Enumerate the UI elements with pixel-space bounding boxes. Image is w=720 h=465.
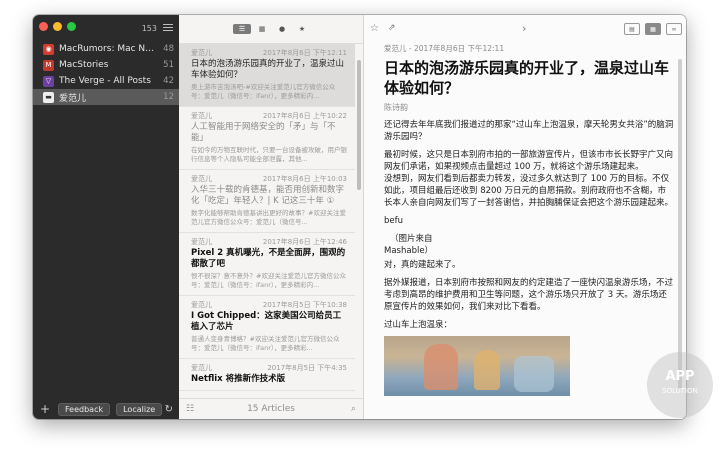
feed-count: 48 [163,44,174,54]
article-summary: 普通人变身青博格？#欢迎关注爱范儿官方微信公众号：爱范儿（微信号：ifanr），… [191,335,340,352]
list-item[interactable]: 爱范儿 2017年8月6日 上午10:22 人工智能用于网络安全的「矛」与「不能」… [179,107,355,170]
link-icon[interactable]: ∞ [666,23,682,35]
watermark-line: SOLUTION [662,387,698,395]
article-date: 2017年8月5日 下午10:38 [262,301,347,309]
article-title: I Got Chipped：这家美国公司给员工植入了芯片 [191,311,342,332]
feed-name: The Verge - All Posts [59,76,151,86]
macstories-icon: M [43,59,54,71]
article-summary: 奥上游市吉泡汤吧-#欢迎关注爱范儿官方微信公众号：爱范儿（微信号：ifanr），… [191,83,336,100]
open-external-icon[interactable]: ⇗ [388,23,396,33]
zoom-window-button[interactable] [67,22,76,31]
article-title: 日本的泡汤游乐园真的开业了，温泉过山车体验如何？ [191,59,345,80]
article-date: 2017年8月6日 上午10:22 [262,112,347,120]
article-source: 爱范儿 [191,301,212,309]
window-controls [39,22,76,31]
next-article-icon[interactable]: › [522,22,526,35]
article-count: 15 Articles [247,404,295,414]
article-author: 陈诗韵 [384,103,408,112]
article-source: 爱范儿 [191,175,212,183]
article-list-pane: ☰ ▦ ● ★ 爱范儿 2017年8月6日 下午12:11 日本的泡汤游乐园真的开… [179,15,364,419]
article-content: 爱范儿 - 2017年8月6日 下午12:11 日本的泡汤游乐园真的开业了，温泉… [384,43,674,396]
article-headline: 日本的泡汤游乐园真的开业了，温泉过山车体验如何？ [384,59,670,97]
paragraph: 还记得去年年底我们报道过的那家“过山车上泡温泉，摩天轮男女共浴”的脑洞游乐园吗？ [384,120,674,142]
reader-scrollbar[interactable] [678,59,682,389]
article-title: Netflix 将推新作技术版 [191,374,286,384]
article-summary: 在如今的万物互联时代，只要一台设备被攻破，用户银行信息等个人隐私可能全部泄露，其… [191,146,347,163]
watermark-line: APP [665,369,695,384]
ifanr-icon: ▬ [43,91,54,103]
article-summary: 恨不很深？意不意外？#欢迎关注爱范儿官方微信公众号：爱范儿（微信号：ifanr）… [191,272,346,289]
list-item[interactable]: 爱范儿 2017年8月5日 下午4:35 Netflix 将推新作技术版 [179,359,355,391]
article-source: 爱范儿 [191,112,212,120]
feed-count: 12 [163,92,174,102]
add-feed-icon[interactable]: + [40,402,52,416]
verge-icon: ▽ [43,75,54,87]
refresh-icon[interactable]: ↻ [165,404,173,415]
reader-pane: ☆ ⇗ › ▤ ▦ ∞ 爱范儿 - 2017年8月6日 下午12:11 日本的泡… [364,15,686,419]
article-photo [384,336,570,396]
list-toolbar: ☰ ▦ ● ★ [179,15,363,44]
article-source: 爱范儿 [191,238,212,246]
feed-list: ◉ MacRumors: Mac News a... 48 M MacStori… [33,41,179,105]
feed-name: 爱范儿 [59,93,87,104]
article-source: 爱范儿 [191,364,212,372]
list-item[interactable]: 爱范儿 2017年8月5日 下午10:38 I Got Chipped：这家美国公… [179,296,355,359]
article-title: 入华三十载的肯德基，能否用创新和数字化「吃定」年轻人？| K 记这三十年 ① [191,185,345,206]
macrumors-icon: ◉ [43,43,54,55]
article-title: Pixel 2 真机曝光，不是全面屏，围观的都散了吧 [191,248,346,269]
reader-toolbar: ☆ ⇗ › ▤ ▦ ∞ [364,15,686,43]
feed-item-macstories[interactable]: M MacStories 51 [33,57,179,73]
sidebar-footer: + Feedback Localize ↻ [33,399,179,419]
view-mode-control: ▤ ▦ ∞ [624,23,682,35]
list-item[interactable]: 爱范儿 2017年8月6日 上午12:46 Pixel 2 真机曝光，不是全面屏，… [179,233,355,296]
feed-item-ifanr[interactable]: ▬ 爱范儿 12 [33,89,179,105]
feedback-button[interactable]: Feedback [58,402,111,416]
article-date: 2017年8月5日 下午4:35 [267,364,347,372]
image-caption: （图片来自 [390,234,433,244]
sidebar: 153 ◉ MacRumors: Mac News a... 48 M MacS… [33,15,179,419]
list-icon[interactable] [163,22,173,32]
image-alt-text: befu [384,216,404,226]
feed-name: MacStories [59,60,109,70]
article-date: 2017年8月6日 下午12:11 [262,49,347,57]
article-date: 2017年8月6日 上午10:03 [262,175,347,183]
star-icon[interactable]: ☆ [370,23,379,34]
app-window: 153 ◉ MacRumors: Mac News a... 48 M MacS… [33,15,686,419]
article-title: 人工智能用于网络安全的「矛」与「不能」 [191,122,336,143]
filter-segmented-control: ☰ ▦ ● ★ [233,24,311,34]
list-item[interactable]: 爱范儿 2017年8月6日 下午12:11 日本的泡汤游乐园真的开业了，温泉过山车… [179,44,355,107]
paragraph: 据外媒报道，日本别府市按照和网友的约定建造了一座快闪温泉游乐场，不过考虑到高昂的… [384,278,674,312]
feed-count: 51 [163,60,174,70]
filter-list-icon[interactable]: ☷ [186,404,194,414]
article-source: 爱范儿 [191,49,212,57]
calendar-icon[interactable]: ▦ [253,24,271,34]
feed-item-macrumors[interactable]: ◉ MacRumors: Mac News a... 48 [33,41,179,57]
list-item[interactable]: 爱范儿 2017年8月6日 上午10:03 入华三十载的肯德基，能否用创新和数字化… [179,170,355,233]
article-summary: 数字化能够帮助肯德基讲出更好的故事？#欢迎关注爱范儿官方微信公众号：爱范儿（微信… [191,209,346,226]
image-caption: Mashable） [384,246,434,256]
paragraph: 过山车上泡温泉： [384,320,453,330]
feed-item-the-verge[interactable]: ▽ The Verge - All Posts 42 [33,73,179,89]
total-unread-count: 153 [141,24,157,33]
feed-count: 42 [163,76,174,86]
starred-icon[interactable]: ★ [293,24,311,34]
list-footer: ☷ 15 Articles ⌕ [179,398,363,419]
text-view-icon[interactable]: ▤ [624,23,640,35]
paragraph: 对，真的建起来了。 [384,260,461,270]
paragraph: 最初时候，这只是日本别府市拍的一部旅游宣传片，但该市市长长野宇广又向网友们承诺，… [384,150,674,172]
watermark-logo: APP SOLUTION [647,352,713,418]
web-view-icon[interactable]: ▦ [645,23,661,35]
minimize-window-button[interactable] [53,22,62,31]
article-date: 2017年8月6日 上午12:46 [262,238,347,246]
localize-button[interactable]: Localize [116,402,163,416]
article-meta: 爱范儿 - 2017年8月6日 下午12:11 [384,44,505,53]
paragraph: 没想到，网友们看到后都卖力转发，没过多久就达到了 100 万的目标。不仅如此，项… [384,174,674,208]
all-articles-icon[interactable]: ☰ [233,24,251,34]
feed-name: MacRumors: Mac News a... [59,44,159,54]
search-icon[interactable]: ⌕ [351,404,356,414]
close-window-button[interactable] [39,22,48,31]
article-list: 爱范儿 2017年8月6日 下午12:11 日本的泡汤游乐园真的开业了，温泉过山车… [179,44,355,399]
list-scrollbar[interactable] [357,60,361,190]
unread-dot-icon[interactable]: ● [273,24,291,34]
